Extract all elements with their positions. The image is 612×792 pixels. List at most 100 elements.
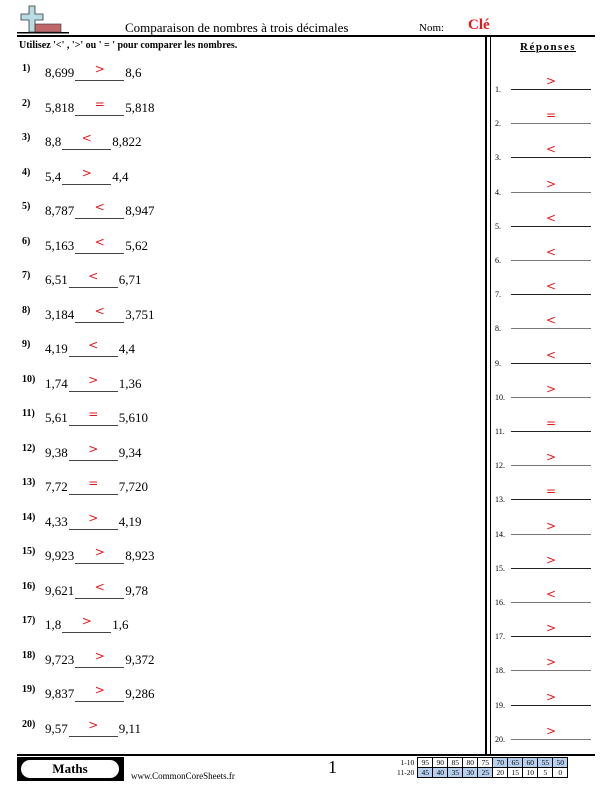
name-label: Nom: <box>419 22 445 34</box>
score-cell: 45 <box>417 767 434 778</box>
answer-key-row: 14. > <box>495 519 595 539</box>
answer-key-row: 3. < <box>495 142 595 162</box>
answer-key-line[interactable] <box>511 294 591 296</box>
answer-key-number: 10. <box>495 392 505 402</box>
right-number: 9,286 <box>125 686 155 701</box>
page-number: 1 <box>328 757 337 777</box>
problem-number: 3) <box>22 132 31 143</box>
score-cell: 80 <box>462 757 479 768</box>
answer-blank[interactable]: > <box>68 718 118 737</box>
answer-blank[interactable]: < <box>75 200 125 219</box>
answer-key-value: < <box>545 142 557 157</box>
answer-blank[interactable]: = <box>68 407 118 426</box>
left-number: 6,51 <box>45 272 68 287</box>
answer-blank[interactable]: > <box>62 614 112 633</box>
answer-blank[interactable]: < <box>75 235 125 254</box>
answer-key-line[interactable] <box>511 602 591 603</box>
problem-expression: 9,923 >8,923 <box>45 545 155 564</box>
answer-blank[interactable]: > <box>68 442 118 461</box>
answer-key-line[interactable] <box>511 567 591 569</box>
answer-blank[interactable]: > <box>75 649 125 668</box>
answer-blank[interactable]: < <box>62 131 112 150</box>
score-cell: 25 <box>477 767 494 778</box>
right-number: 8,822 <box>112 134 142 149</box>
answer-key-row: 7. < <box>495 279 595 299</box>
answer-blank[interactable]: > <box>75 62 125 81</box>
left-number: 9,837 <box>45 686 75 701</box>
answer-symbol: > <box>81 165 92 180</box>
problem-number: 8) <box>22 304 31 316</box>
answer-key-line[interactable] <box>511 362 591 364</box>
answer-key-line[interactable] <box>511 704 591 706</box>
answer-blank[interactable]: > <box>75 545 125 564</box>
answer-key-row: 15. > <box>495 552 595 573</box>
answer-key-row: 1. > <box>495 74 595 94</box>
answer-key-value: > <box>545 689 557 704</box>
answer-key-row: 19. > <box>495 689 595 710</box>
right-number: 3,751 <box>125 306 155 322</box>
answer-key-value: > <box>545 381 557 396</box>
answer-key-row: 11. = <box>495 416 595 436</box>
answer-blank[interactable]: < <box>75 304 125 323</box>
answer-key-line[interactable] <box>511 328 591 330</box>
score-row: 11-20 45 40 35 30 25 20 15 10 5 0 <box>395 767 569 778</box>
answer-key-line[interactable] <box>511 431 591 432</box>
answer-symbol: < <box>88 338 99 352</box>
answer-key-line[interactable] <box>511 225 591 227</box>
answer-blank[interactable]: = <box>68 476 118 495</box>
answer-key-number: 8. <box>495 324 501 334</box>
answer-symbol: < <box>94 234 105 249</box>
problem-number: 17) <box>22 615 36 626</box>
answer-key-line[interactable] <box>511 533 591 535</box>
answer-blank[interactable]: > <box>75 683 125 702</box>
answer-blank[interactable]: > <box>68 511 118 530</box>
answer-blank[interactable]: > <box>68 373 118 392</box>
answer-key-line[interactable] <box>511 123 591 125</box>
answer-key-value: > <box>545 621 557 636</box>
answer-key-line[interactable] <box>511 191 591 193</box>
answer-key-line[interactable] <box>511 465 591 467</box>
answer-blank[interactable]: < <box>68 269 118 288</box>
answer-key-line[interactable] <box>511 738 591 740</box>
score-cell: 70 <box>492 757 509 768</box>
answer-key-line[interactable] <box>511 396 591 398</box>
answer-key-row: 5. < <box>495 211 595 231</box>
answer-key-number: 11. <box>495 427 505 436</box>
left-number: 5,818 <box>45 99 75 115</box>
answer-key-line[interactable] <box>511 260 591 261</box>
answer-key-value: > <box>545 552 557 567</box>
answer-key-line[interactable] <box>511 499 591 501</box>
answer-blank[interactable]: < <box>68 338 118 357</box>
score-cell: 40 <box>432 767 449 778</box>
problem-expression: 9,837 >9,286 <box>45 683 155 702</box>
answer-key-value: < <box>545 245 557 259</box>
answer-symbol: = <box>88 407 99 421</box>
answer-symbol: > <box>88 510 99 525</box>
answer-key-line[interactable] <box>511 157 591 159</box>
answer-key-number: 2. <box>495 119 501 129</box>
answer-blank[interactable]: > <box>62 166 112 185</box>
problem-expression: 5,4 >4,4 <box>45 166 129 185</box>
score-cell: 85 <box>447 757 464 768</box>
answer-key-row: 18. > <box>495 655 595 675</box>
problem-expression: 8,8 <8,822 <box>45 131 142 150</box>
answer-key-line[interactable] <box>511 89 591 90</box>
left-number: 9,57 <box>45 720 68 736</box>
column-divider-inner <box>490 36 491 754</box>
footer-divider <box>17 754 595 756</box>
answer-key-line[interactable] <box>511 636 591 638</box>
problem-expression: 3,184 <3,751 <box>45 304 155 323</box>
answer-symbol: > <box>88 717 99 732</box>
left-number: 5,61 <box>45 410 68 425</box>
worksheet-title: Comparaison de nombres à trois décimales <box>125 20 349 35</box>
answer-blank[interactable]: = <box>75 97 125 116</box>
answer-blank[interactable]: < <box>75 580 125 599</box>
score-range-label: 11-20 <box>397 768 415 777</box>
right-number: 9,78 <box>125 582 148 598</box>
answer-symbol: < <box>94 579 105 594</box>
right-number: 4,19 <box>118 513 142 529</box>
answer-symbol: > <box>88 372 99 387</box>
answer-key-line[interactable] <box>511 670 591 672</box>
score-cell: 90 <box>432 757 449 768</box>
right-number: 9,372 <box>125 651 155 667</box>
